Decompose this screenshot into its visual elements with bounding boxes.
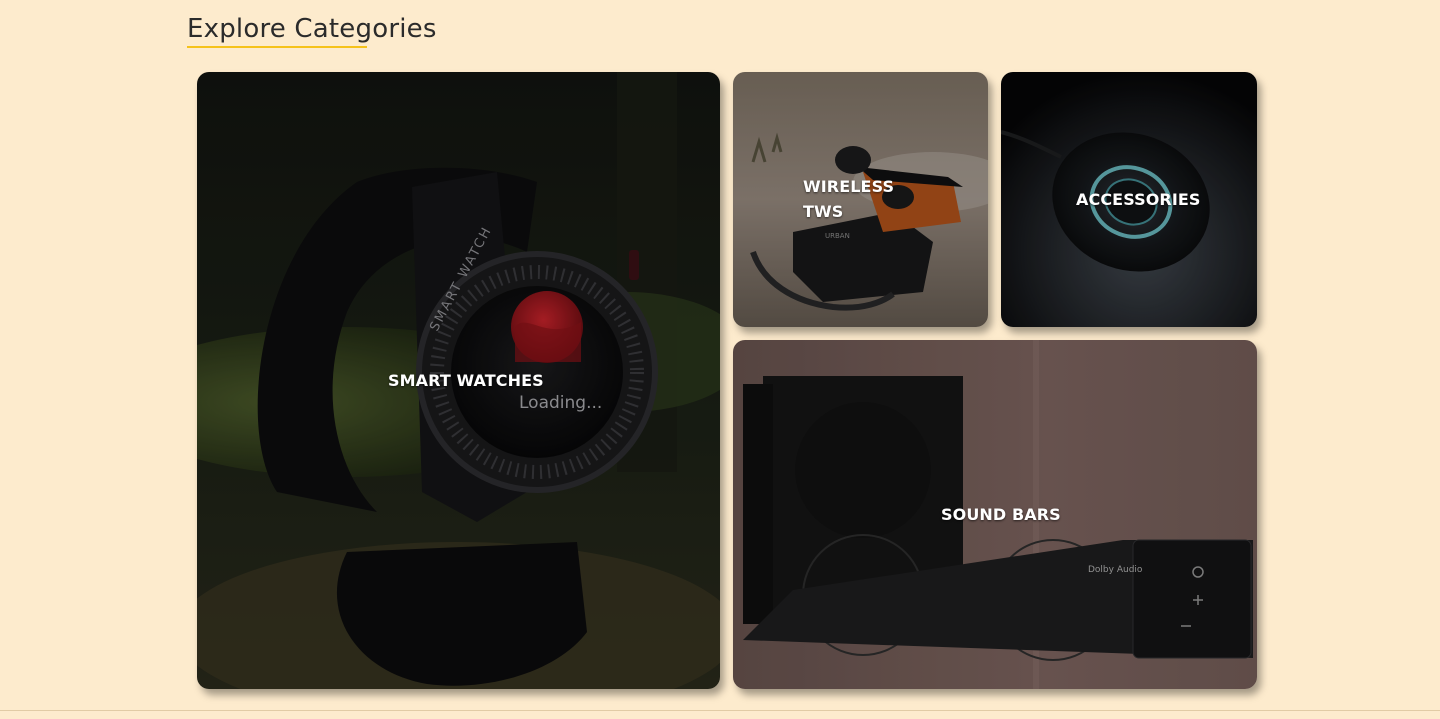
category-label-sound-bars: SOUND BARS <box>941 505 1061 524</box>
category-label-smart-watches: SMART WATCHES <box>388 371 544 390</box>
category-card-sound-bars[interactable]: Dolby Audio SOUND BARS <box>733 340 1257 689</box>
category-card-accessories[interactable]: ACCESSORIES <box>1001 72 1257 327</box>
section-divider <box>0 710 1440 711</box>
title-underline <box>187 46 367 48</box>
category-label-wireless-tws: WIRELESS TWS <box>803 177 895 221</box>
category-card-wireless-tws[interactable]: URBAN WIRELESS TWS <box>733 72 988 327</box>
category-card-smart-watches[interactable]: SMART WATCH Loading... SMART WATCHES <box>197 72 720 689</box>
category-label-accessories: ACCESSORIES <box>1076 190 1201 209</box>
section-title: Explore Categories <box>187 14 437 44</box>
